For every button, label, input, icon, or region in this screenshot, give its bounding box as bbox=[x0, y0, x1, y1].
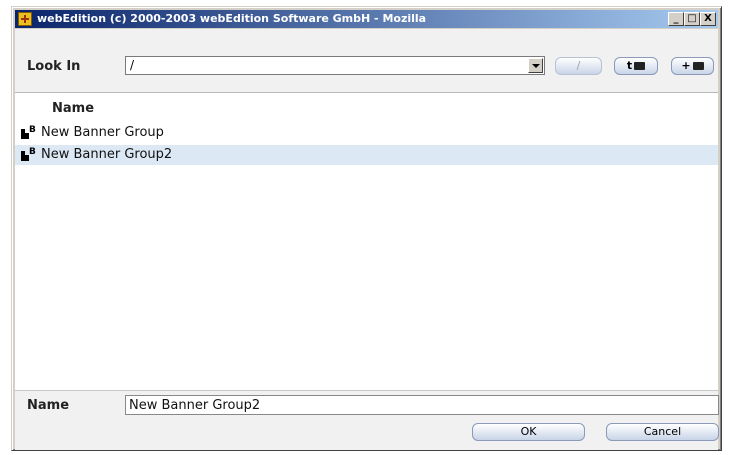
dialog-footer: Name OK Cancel bbox=[15, 390, 719, 450]
maximize-button[interactable]: □ bbox=[684, 12, 700, 26]
look-in-label: Look In bbox=[27, 59, 81, 74]
banner-group-icon bbox=[692, 62, 704, 70]
new-banner-group-button[interactable]: + bbox=[671, 57, 714, 75]
window-title: webEdition (c) 2000-2003 webEdition Soft… bbox=[37, 12, 427, 25]
ok-button-label: OK bbox=[520, 425, 537, 438]
new-button-label: + bbox=[681, 59, 691, 72]
look-in-select[interactable]: / bbox=[125, 56, 545, 75]
minimize-button[interactable]: _ bbox=[668, 12, 684, 26]
folder-icon bbox=[634, 62, 646, 70]
cancel-button[interactable]: Cancel bbox=[606, 423, 719, 441]
banner-group-icon: B bbox=[21, 148, 37, 162]
list-item-selected[interactable]: B New Banner Group2 bbox=[15, 145, 718, 165]
list-item[interactable]: B New Banner Group bbox=[15, 123, 718, 143]
list-item-label: New Banner Group2 bbox=[41, 147, 173, 162]
toolbar: Look In / / t + bbox=[15, 29, 718, 93]
banner-group-icon: B bbox=[21, 126, 37, 140]
app-icon bbox=[18, 12, 32, 26]
name-field-label: Name bbox=[27, 398, 70, 413]
dropdown-arrow-icon[interactable] bbox=[528, 58, 543, 73]
ok-button[interactable]: OK bbox=[472, 423, 585, 441]
dialog-content: Look In / / t + Name B New Banner Group … bbox=[15, 29, 719, 450]
list-item-label: New Banner Group bbox=[41, 125, 164, 140]
file-list[interactable]: Name B New Banner Group B New Banner Gro… bbox=[15, 93, 718, 390]
root-directory-button[interactable]: / bbox=[555, 57, 602, 75]
name-input[interactable] bbox=[125, 395, 719, 415]
title-bar[interactable]: webEdition (c) 2000-2003 webEdition Soft… bbox=[15, 10, 718, 28]
parent-directory-label: t bbox=[626, 59, 633, 72]
root-directory-label: / bbox=[576, 59, 581, 72]
cancel-button-label: Cancel bbox=[643, 425, 682, 438]
look-in-value: / bbox=[130, 58, 135, 72]
name-column-header[interactable]: Name bbox=[52, 101, 94, 116]
dialog-window: webEdition (c) 2000-2003 webEdition Soft… bbox=[11, 6, 722, 451]
parent-directory-button[interactable]: t bbox=[614, 57, 658, 75]
close-button[interactable]: X bbox=[700, 12, 716, 26]
